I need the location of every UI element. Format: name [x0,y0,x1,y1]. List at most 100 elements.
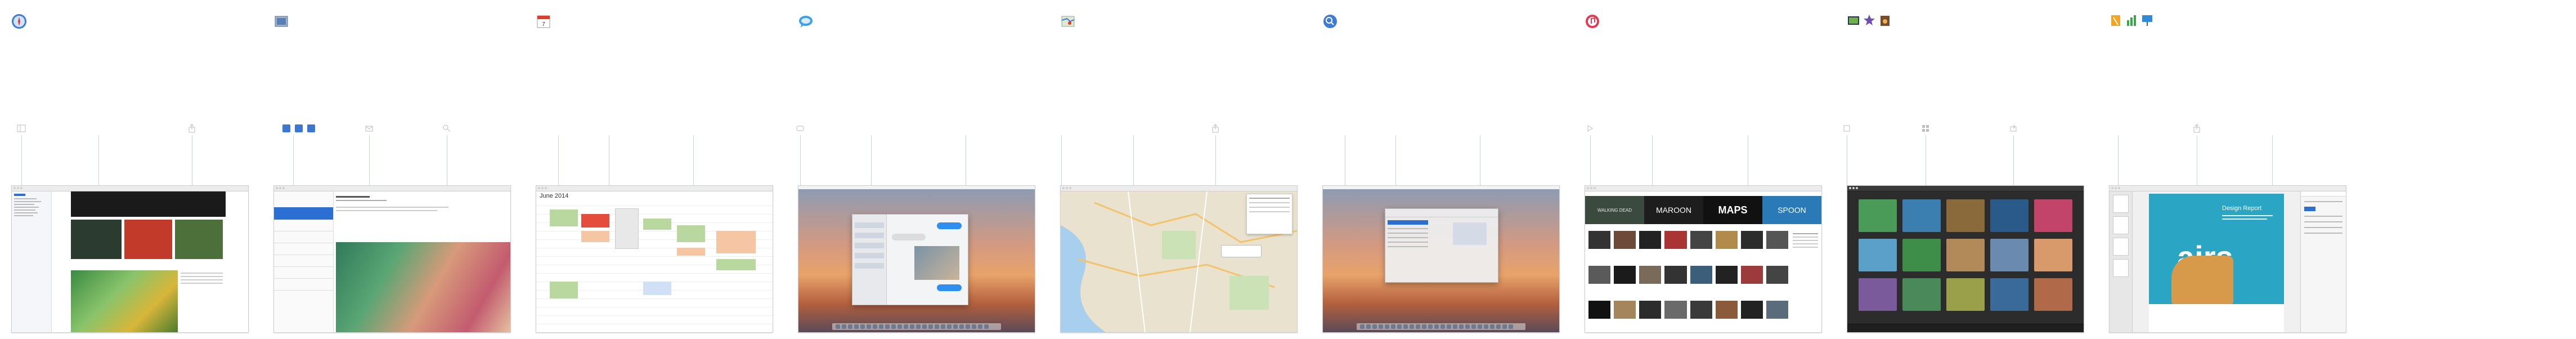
safari-page-image [124,220,172,259]
safari-window [11,185,249,333]
callout-line [1061,135,1062,185]
svg-text:7: 7 [542,21,545,28]
section-spotlight [1311,0,1570,339]
callout-line [2272,135,2273,185]
callout-line [1133,135,1134,185]
maps-directions-panel [1246,194,1293,234]
messages-desktop [798,185,1035,333]
window-titlebar [12,186,248,191]
itunes-banner: WALKING DEAD MAROON MAPS SPOON [1585,196,1821,224]
window-titlebar [274,186,510,191]
mailbox-icon [282,124,316,133]
itunes-window: WALKING DEAD MAROON MAPS SPOON [1585,185,1822,333]
section-itunes: WALKING DEAD MAROON MAPS SPOON [1573,0,1832,339]
callout-line [98,135,99,185]
safari-page-image [71,220,122,259]
calendar-title: June 2014 [540,193,569,199]
banner-spoon[interactable]: SPOON [1762,196,1821,224]
pages-window: Design Report airs [2109,185,2346,333]
callout-line [2013,135,2014,185]
maps-location-callout [1221,245,1262,257]
banner-maroon[interactable]: MAROON [1644,196,1703,224]
window-titlebar [1061,186,1297,191]
pages-icon [2111,15,2120,26]
callout-line [871,135,872,185]
chair-image [2171,256,2233,306]
spotlight-desktop [1322,185,1560,333]
callout-line [558,135,559,185]
itunes-sidebar [1793,231,1818,327]
mail-icon[interactable] [273,14,289,29]
section-mail [262,0,521,339]
import-icon [1842,124,1851,133]
spotlight-results-panel [1385,208,1498,283]
window-titlebar [2110,186,2346,191]
garageband-icon [1881,16,1890,26]
banner-walking-dead[interactable]: WALKING DEAD [1585,196,1644,224]
pages-document: Design Report airs [2149,194,2284,332]
safari-icon[interactable] [11,14,27,29]
callout-line [293,135,294,185]
sidebar-icon [17,124,26,133]
callout-line [1590,135,1591,185]
search-icon [442,124,451,133]
iphoto-bottom-toolbar [1847,324,2084,332]
grid-icon [1921,124,1930,133]
window-titlebar [1585,186,1821,191]
messages-window [852,214,968,305]
spotlight-icon[interactable] [1322,14,1338,29]
mail-photo-attachment [336,242,510,332]
pages-thumbnail-sidebar [2110,191,2133,332]
callout-line [1395,135,1396,185]
playback-icon [1586,124,1595,133]
callout-line [369,135,370,185]
section-photos-imovie [1835,0,2094,339]
compose-icon [796,124,805,133]
callout-line [1215,135,1216,185]
document-title: Design Report [2222,205,2262,212]
dock [1357,323,1525,330]
share-icon [2192,124,2201,133]
callout-line [21,135,22,185]
itunes-icon[interactable] [1585,14,1600,29]
dock [832,323,1001,330]
section-iwork: Design Report airs [2098,0,2357,339]
iphoto-imovie-garageband-icon[interactable] [1847,14,1892,29]
pages-numbers-keynote-icon[interactable] [2109,14,2154,29]
maps-icon[interactable] [1060,14,1076,29]
window-titlebar [1847,186,2084,191]
safari-sidebar [12,191,52,332]
safari-page-image [175,220,223,259]
keynote-icon [2142,15,2152,26]
mail-window [273,185,511,333]
pages-format-inspector [2300,191,2346,332]
section-maps [1049,0,1308,339]
maps-window [1060,185,1298,333]
callout-line [800,135,801,185]
callout-line [2118,135,2119,185]
section-safari [0,0,259,339]
mail-message-list [274,191,334,332]
section-messages [787,0,1045,339]
mail-message-header [336,194,505,239]
calendar-window: June 2014 [536,185,773,333]
banner-maps[interactable]: MAPS [1703,196,1762,224]
share-icon [1211,124,1220,133]
section-calendar: 7 June 2014 [524,0,783,339]
compose-icon [365,124,374,133]
share-icon [2009,124,2018,133]
messages-icon[interactable] [798,14,814,29]
safari-page-sidebar-text [181,270,223,327]
iphoto-window [1847,185,2084,333]
photo-grid [1847,191,2084,323]
itunes-album-grid [1588,231,1788,332]
calendar-icon[interactable]: 7 [536,14,551,29]
calendar-grid [536,203,773,332]
callout-line [1652,135,1653,185]
numbers-icon [2127,15,2136,26]
safari-page-feature [71,270,178,332]
imovie-icon [1864,15,1875,25]
window-titlebar [536,186,773,191]
share-icon [187,124,196,133]
callout-line [693,135,694,185]
